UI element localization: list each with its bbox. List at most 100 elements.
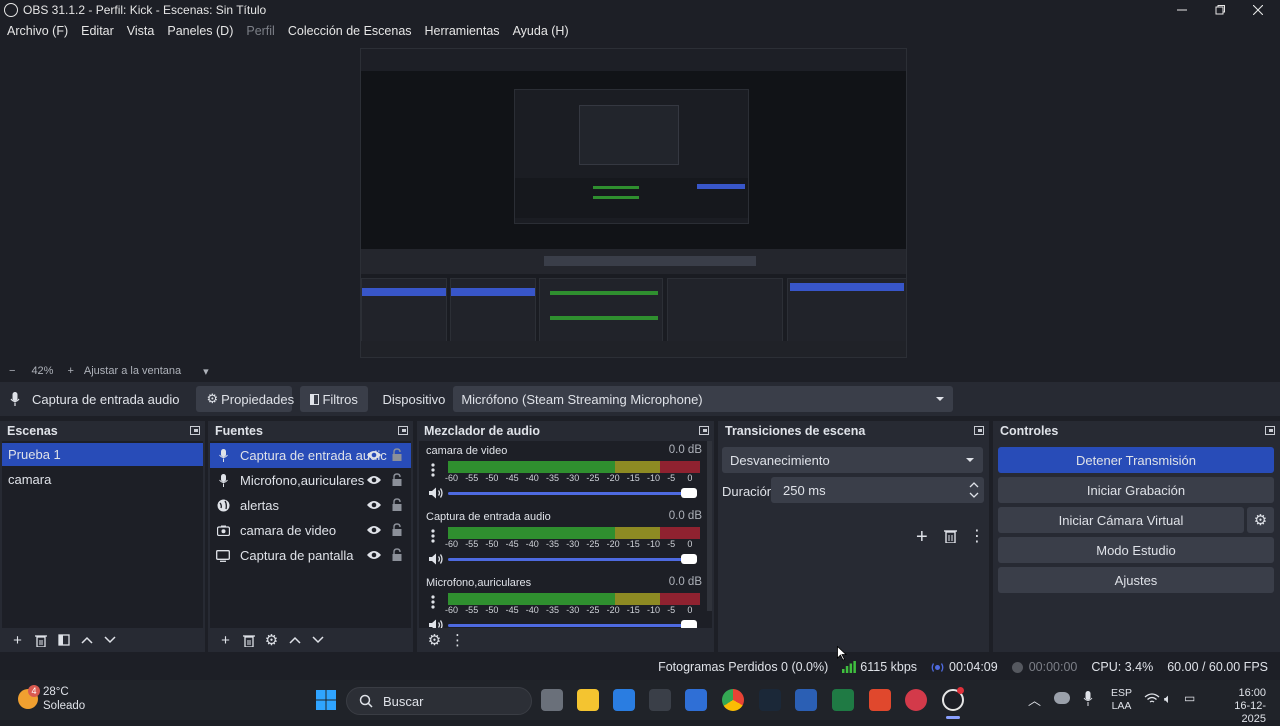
add-icon[interactable]: +: [214, 631, 237, 649]
lock-icon[interactable]: [391, 548, 403, 562]
source-item-captura-pantalla[interactable]: Captura de pantalla: [210, 543, 411, 568]
trash-icon[interactable]: [237, 631, 260, 649]
move-down-icon[interactable]: [98, 631, 121, 649]
gear-icon[interactable]: ⚙: [260, 631, 283, 649]
duration-input[interactable]: 250 ms: [771, 477, 984, 503]
lock-icon[interactable]: [391, 523, 403, 537]
undock-icon[interactable]: [974, 426, 984, 435]
microphone-icon[interactable]: [1083, 691, 1093, 706]
menu-dots-icon[interactable]: ⋮: [969, 526, 985, 546]
transition-select[interactable]: Desvanecimiento: [722, 447, 983, 473]
taskbar-search[interactable]: Buscar: [346, 687, 532, 715]
volume-slider-handle[interactable]: [681, 488, 697, 498]
zoom-out-button[interactable]: −: [9, 365, 15, 377]
task-view-icon[interactable]: [541, 689, 563, 711]
advanced-audio-gear-icon[interactable]: ⚙: [423, 631, 446, 649]
stepper-icon[interactable]: [968, 479, 980, 501]
weather-temp[interactable]: 28°C: [43, 686, 69, 698]
start-virtual-camera-button[interactable]: Iniciar Cámara Virtual: [998, 507, 1244, 533]
app-cube-icon[interactable]: [649, 689, 671, 711]
scene-item[interactable]: camara: [2, 468, 203, 491]
close-icon[interactable]: [1238, 0, 1278, 20]
file-explorer-icon[interactable]: [577, 689, 599, 711]
menu-ayuda[interactable]: Ayuda (H): [513, 24, 569, 38]
menu-herramientas[interactable]: Herramientas: [425, 24, 500, 38]
minimize-icon[interactable]: [1162, 0, 1202, 20]
filters-button[interactable]: Filtros: [300, 386, 369, 412]
volume-slider-handle[interactable]: [681, 620, 697, 628]
word-icon[interactable]: [795, 689, 817, 711]
menu-perfil[interactable]: Perfil: [246, 24, 274, 38]
onedrive-icon[interactable]: [1054, 692, 1070, 704]
source-item-alertas[interactable]: alertas: [210, 493, 411, 518]
volume-slider[interactable]: [448, 492, 690, 495]
eye-icon[interactable]: [367, 549, 381, 561]
program-preview-canvas[interactable]: [360, 48, 907, 358]
battery-icon[interactable]: ▭: [1184, 691, 1195, 705]
add-icon[interactable]: +: [6, 631, 29, 649]
studio-mode-button[interactable]: Modo Estudio: [998, 537, 1274, 563]
undock-icon[interactable]: [1265, 426, 1275, 435]
trash-icon[interactable]: [944, 529, 957, 546]
menu-dots-icon[interactable]: [431, 463, 435, 477]
volume-slider-handle[interactable]: [681, 554, 697, 564]
lock-icon[interactable]: [391, 448, 403, 462]
speaker-icon[interactable]: [428, 486, 444, 500]
mixer-scrollbar[interactable]: [707, 441, 712, 611]
settings-button[interactable]: Ajustes: [998, 567, 1274, 593]
chevron-up-icon[interactable]: ︿: [1028, 690, 1041, 709]
stop-streaming-button[interactable]: Detener Transmisión: [998, 447, 1274, 473]
menu-paneles[interactable]: Paneles (D): [167, 24, 233, 38]
device-select[interactable]: Micrófono (Steam Streaming Microphone): [453, 386, 954, 412]
windows-start-icon[interactable]: [315, 689, 337, 711]
move-down-icon[interactable]: [306, 631, 329, 649]
menu-vista[interactable]: Vista: [127, 24, 155, 38]
preview-area[interactable]: [0, 42, 1280, 362]
start-recording-button[interactable]: Iniciar Grabación: [998, 477, 1274, 503]
undock-icon[interactable]: [190, 426, 200, 435]
source-item-audio-capture[interactable]: Captura de entrada audic: [210, 443, 411, 468]
language-indicator[interactable]: ESP LAA: [1111, 687, 1132, 713]
speaker-icon[interactable]: 🔈︎: [1164, 691, 1172, 707]
microsoft-store-icon[interactable]: [613, 689, 635, 711]
chevron-down-icon[interactable]: ▾: [203, 365, 209, 378]
add-icon[interactable]: +: [916, 527, 928, 547]
zoom-fit-select[interactable]: Ajustar a la ventana: [84, 365, 181, 377]
speaker-icon[interactable]: [428, 552, 444, 566]
menu-editar[interactable]: Editar: [81, 24, 114, 38]
volume-slider[interactable]: [448, 624, 690, 627]
maximize-icon[interactable]: [1200, 0, 1240, 20]
trash-icon[interactable]: [29, 631, 52, 649]
menu-archivo[interactable]: Archivo (F): [7, 24, 68, 38]
app-blue-icon[interactable]: [685, 689, 707, 711]
steam-icon[interactable]: [759, 689, 781, 711]
source-item-camara-video[interactable]: camara de video: [210, 518, 411, 543]
excel-icon[interactable]: [832, 689, 854, 711]
zoom-in-button[interactable]: +: [67, 365, 73, 377]
virtual-camera-settings-gear-icon[interactable]: ⚙: [1247, 507, 1274, 533]
move-up-icon[interactable]: [75, 631, 98, 649]
filter-icon[interactable]: [52, 631, 75, 649]
volume-slider[interactable]: [448, 558, 690, 561]
menu-dots-icon[interactable]: [431, 529, 435, 543]
clock[interactable]: 16:00 16-12-2025: [1212, 687, 1266, 726]
eye-icon[interactable]: [367, 449, 381, 461]
menu-dots-icon[interactable]: ⋮: [446, 631, 469, 649]
wifi-icon[interactable]: [1144, 692, 1160, 705]
app-red-icon[interactable]: [905, 689, 927, 711]
scene-item[interactable]: Prueba 1: [2, 443, 203, 466]
speaker-icon[interactable]: [428, 618, 444, 628]
lock-icon[interactable]: [391, 498, 403, 512]
move-up-icon[interactable]: [283, 631, 306, 649]
undock-icon[interactable]: [699, 426, 709, 435]
lock-icon[interactable]: [391, 473, 403, 487]
brave-icon[interactable]: [869, 689, 891, 711]
source-item-microfono[interactable]: Microfono,auriculares: [210, 468, 411, 493]
eye-icon[interactable]: [367, 499, 381, 511]
chrome-icon[interactable]: [722, 689, 744, 711]
undock-icon[interactable]: [398, 426, 408, 435]
eye-icon[interactable]: [367, 524, 381, 536]
properties-button[interactable]: ⚙ Propiedades: [196, 386, 294, 412]
menu-dots-icon[interactable]: [431, 595, 435, 609]
eye-icon[interactable]: [367, 474, 381, 486]
